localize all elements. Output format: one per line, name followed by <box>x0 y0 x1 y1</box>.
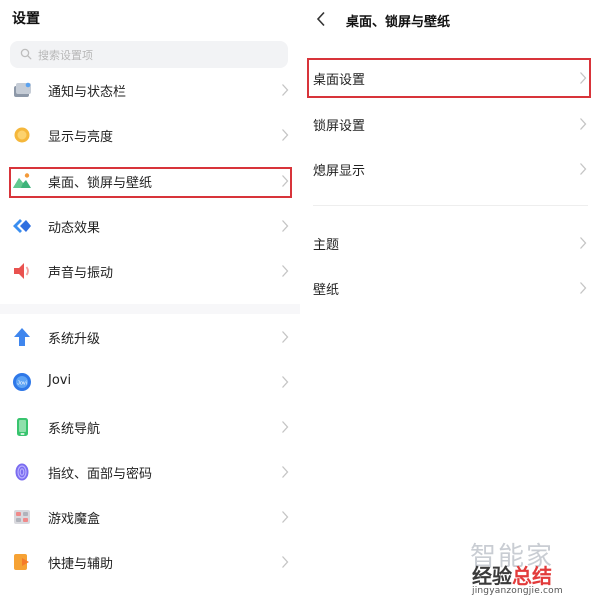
chevron-right-icon <box>282 331 289 343</box>
chevron-right-icon <box>580 282 587 294</box>
settings-title: 设置 <box>12 11 40 27</box>
detail-item-wallpaper[interactable]: 壁纸 <box>300 268 600 308</box>
chevron-right-icon <box>282 265 289 277</box>
shortcuts-icon <box>14 554 29 570</box>
detail-item-lockscreen-settings[interactable]: 锁屏设置 <box>300 104 600 144</box>
settings-item-fingerprint-face-password[interactable]: 指纹、面部与密码 <box>0 452 300 492</box>
detail-item-theme[interactable]: 主题 <box>300 223 600 263</box>
settings-item-label: 系统升级 <box>48 332 101 347</box>
watermark-title-a: 经验 <box>472 564 512 588</box>
settings-item-label: 游戏魔盒 <box>48 512 101 527</box>
settings-item-display[interactable]: 显示与亮度 <box>0 115 300 155</box>
detail-item-label: 主题 <box>313 238 340 253</box>
back-arrow-icon[interactable] <box>316 11 326 27</box>
settings-item-game-box[interactable]: 游戏魔盒 <box>0 497 300 537</box>
brightness-icon <box>14 127 30 143</box>
detail-item-label: 壁纸 <box>313 283 340 298</box>
motion-effects-icon <box>13 219 31 233</box>
chevron-right-icon <box>282 556 289 568</box>
game-box-icon <box>14 510 30 524</box>
settings-item-notifications[interactable]: 通知与状态栏 <box>0 70 300 110</box>
detail-item-screen-off-display[interactable]: 熄屏显示 <box>300 149 600 189</box>
system-update-icon <box>14 328 30 346</box>
search-input[interactable]: 搜索设置项 <box>10 41 288 68</box>
chevron-right-icon <box>282 376 289 388</box>
settings-item-jovi[interactable]: Jovi Jovi <box>0 362 300 402</box>
settings-item-label: 动态效果 <box>48 221 101 236</box>
settings-item-system-update[interactable]: 系统升级 <box>0 317 300 357</box>
settings-item-sound-vibration[interactable]: 声音与振动 <box>0 251 300 291</box>
svg-text:Jovi: Jovi <box>17 381 27 387</box>
jovi-icon: Jovi <box>13 373 31 391</box>
chevron-right-icon <box>282 466 289 478</box>
watermark-title: 经验总结 <box>472 560 552 589</box>
navigation-icon <box>17 418 28 436</box>
watermark-url: jingyanzongjie.com <box>472 586 563 596</box>
settings-pane: 设置 搜索设置项 通知与状态栏 显示与亮度 桌面、锁屏与壁纸 动态效果 声音与振… <box>0 0 300 605</box>
chevron-right-icon <box>282 129 289 141</box>
settings-item-label: 通知与状态栏 <box>48 85 127 100</box>
settings-item-motion-effects[interactable]: 动态效果 <box>0 206 300 246</box>
fingerprint-icon <box>15 463 29 481</box>
section-divider <box>313 205 588 206</box>
detail-pane: 桌面、锁屏与壁纸 桌面设置 锁屏设置 熄屏显示 主题 壁纸 <box>300 0 600 605</box>
settings-item-system-navigation[interactable]: 系统导航 <box>0 407 300 447</box>
highlight-box <box>307 58 591 98</box>
settings-item-label: 指纹、面部与密码 <box>48 467 153 482</box>
settings-item-label: Jovi <box>48 373 72 388</box>
sound-icon <box>14 263 29 279</box>
settings-item-shortcuts-accessibility[interactable]: 快捷与辅助 <box>0 542 300 582</box>
chevron-right-icon <box>580 163 587 175</box>
chevron-right-icon <box>282 220 289 232</box>
notification-icon <box>14 82 31 97</box>
settings-item-label: 系统导航 <box>48 422 101 437</box>
page-title: 桌面、锁屏与壁纸 <box>346 15 451 30</box>
search-placeholder: 搜索设置项 <box>38 49 93 62</box>
section-divider <box>0 304 300 314</box>
highlight-box <box>9 167 292 198</box>
settings-item-label: 声音与振动 <box>48 266 114 281</box>
chevron-right-icon <box>580 237 587 249</box>
watermark-title-b: 总结 <box>512 564 552 588</box>
chevron-right-icon <box>282 421 289 433</box>
chevron-right-icon <box>282 84 289 96</box>
detail-item-label: 熄屏显示 <box>313 164 366 179</box>
settings-item-label: 显示与亮度 <box>48 130 114 145</box>
settings-item-label: 快捷与辅助 <box>48 557 114 572</box>
search-icon <box>20 48 32 60</box>
detail-item-label: 锁屏设置 <box>313 119 366 134</box>
chevron-right-icon <box>282 511 289 523</box>
chevron-right-icon <box>580 118 587 130</box>
